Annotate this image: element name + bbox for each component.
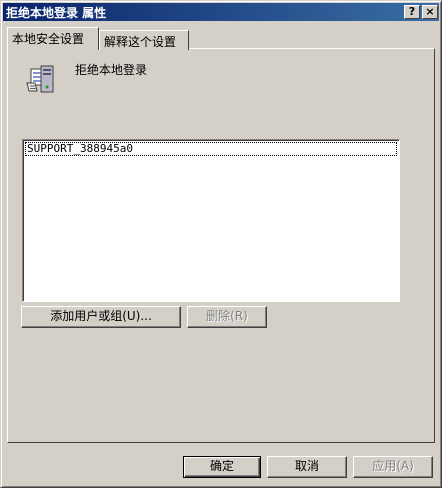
- add-user-or-group-button[interactable]: 添加用户或组(U)...: [21, 306, 181, 328]
- user-group-list[interactable]: SUPPORT_388945a0: [22, 139, 400, 302]
- window-title: 拒绝本地登录 属性: [6, 6, 107, 20]
- title-bar[interactable]: 拒绝本地登录 属性 ? ×: [3, 3, 439, 21]
- apply-button[interactable]: 应用(A): [353, 456, 433, 478]
- cancel-button[interactable]: 取消: [267, 456, 347, 478]
- ok-button[interactable]: 确定: [183, 456, 261, 478]
- policy-server-icon: [26, 65, 54, 93]
- tab-explain-setting[interactable]: 解释这个设置: [99, 30, 189, 50]
- close-button[interactable]: ×: [422, 5, 438, 19]
- list-item[interactable]: SUPPORT_388945a0: [25, 142, 397, 156]
- remove-button[interactable]: 删除(R): [187, 306, 267, 328]
- policy-title: 拒绝本地登录: [75, 63, 148, 77]
- help-button[interactable]: ?: [404, 5, 420, 19]
- properties-dialog: 拒绝本地登录 属性 ? × 本地安全设置 解释这个设置 拒绝本地登录 SUPPO…: [0, 0, 442, 488]
- tab-local-security-setting[interactable]: 本地安全设置: [7, 27, 99, 50]
